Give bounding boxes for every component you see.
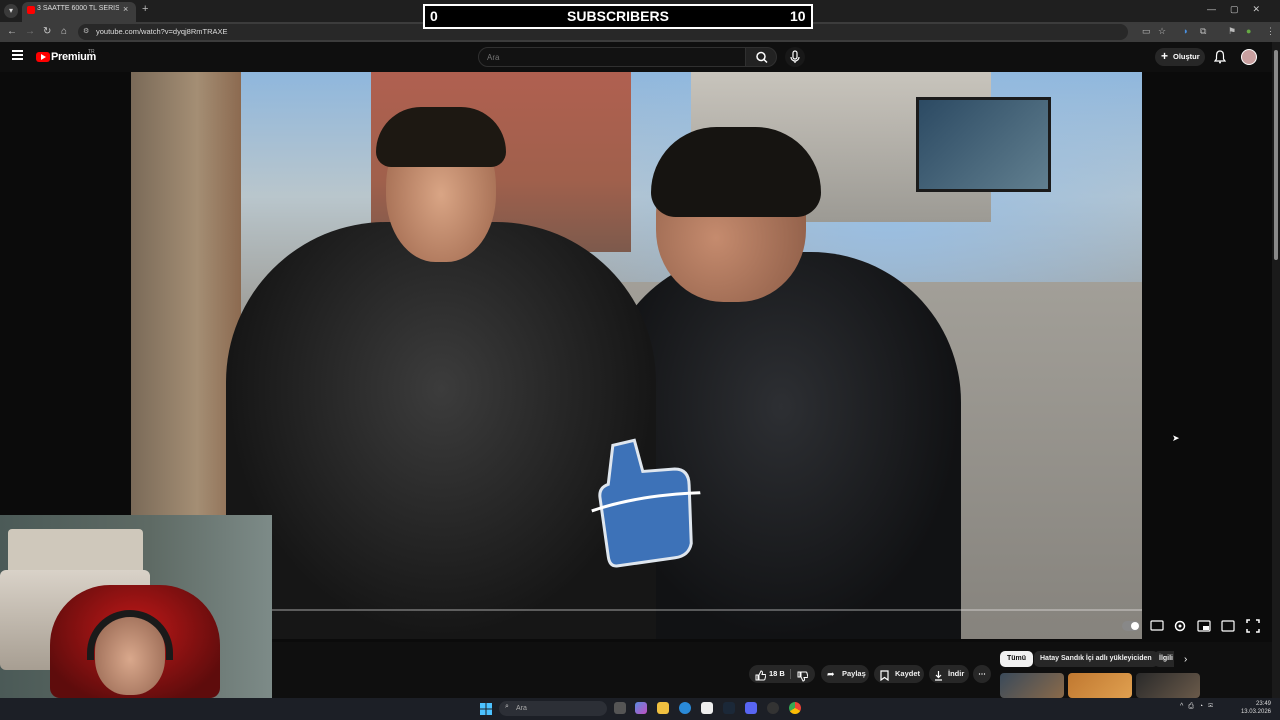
bookmark-icon [880, 668, 889, 686]
settings-icon[interactable] [1174, 620, 1186, 632]
search-input[interactable] [478, 47, 746, 67]
discord-icon[interactable] [745, 702, 757, 714]
subscriber-label: SUBSCRIBERS [567, 8, 669, 24]
recommended-thumbnail[interactable] [1068, 673, 1132, 698]
autoplay-toggle-icon[interactable] [1122, 621, 1140, 631]
billboard [916, 97, 1051, 192]
extension-icon[interactable]: ◗ [1183, 26, 1188, 36]
tab-close-icon[interactable]: × [123, 4, 128, 14]
region-code: TR [88, 49, 95, 55]
person-left-hair [376, 107, 506, 167]
copilot-icon[interactable] [635, 702, 647, 714]
video-frame[interactable] [131, 72, 1142, 639]
url-text[interactable]: youtube.com/watch?v=dyqj8RmTRAXE [96, 27, 228, 36]
miniplayer-icon[interactable] [1197, 620, 1211, 632]
thumbs-up-animation-icon [591, 438, 709, 568]
system-tray-icons[interactable]: ^⎙◔✉ [1180, 703, 1218, 711]
store-icon[interactable] [701, 702, 713, 714]
browser-menu-icon[interactable]: ⋮ [1266, 26, 1275, 37]
tab-title: 3 SAATTE 6000 TL SERİSİ!! @g [37, 5, 119, 12]
chrome-icon[interactable] [789, 702, 801, 714]
person-right-hair [651, 127, 821, 217]
task-view-icon[interactable] [614, 702, 626, 714]
bed-headboard [8, 529, 143, 574]
steam-icon[interactable] [723, 702, 735, 714]
mouse-cursor-icon: ➤ [1172, 433, 1180, 443]
taskbar-clock[interactable]: 23:49 13.03.2026 [1239, 700, 1271, 716]
extensions-icon[interactable]: ⧉ [1200, 26, 1206, 37]
home-icon[interactable]: ⌂ [61, 26, 67, 37]
share-icon: ➦ [827, 669, 835, 679]
new-tab-button[interactable]: + [142, 3, 148, 15]
extension-3-icon[interactable]: ● [1246, 26, 1251, 36]
forward-icon[interactable]: → [25, 26, 35, 37]
search-icon: ⌕ [505, 703, 509, 710]
window-controls[interactable]: —▢✕ [1207, 4, 1274, 15]
obs-icon[interactable] [767, 702, 779, 714]
clock-time: 23:49 [1255, 701, 1271, 707]
recommended-thumbnail[interactable] [1136, 673, 1200, 698]
dislike-icon[interactable] [797, 669, 809, 687]
fullscreen-icon[interactable] [1246, 619, 1260, 633]
plus-icon: + [1161, 49, 1169, 63]
search-button[interactable] [745, 47, 777, 67]
chip-related[interactable]: İlgili [1154, 651, 1174, 667]
subtitles-icon[interactable] [1150, 620, 1164, 631]
cast-icon[interactable] [1221, 620, 1235, 632]
site-info-icon[interactable]: ⚙ [83, 27, 89, 35]
microphone-icon [790, 50, 800, 63]
windows-start-icon[interactable] [480, 702, 492, 715]
scrollbar-thumb[interactable] [1274, 50, 1278, 260]
chevron-right-icon[interactable]: › [1184, 654, 1187, 665]
youtube-logo-icon[interactable] [36, 52, 50, 62]
video-progress-bar[interactable] [272, 609, 1142, 611]
download-icon [934, 668, 943, 686]
webcam-overlay [0, 515, 272, 698]
voice-search-button[interactable] [785, 47, 805, 67]
more-actions-button[interactable]: ⋯ [973, 665, 991, 683]
like-divider [790, 669, 791, 679]
bookmark-star-icon[interactable]: ☆ [1158, 26, 1166, 37]
recommended-thumbnail[interactable] [1000, 673, 1064, 698]
account-avatar[interactable] [1241, 49, 1257, 65]
subscriber-goal-count: 10 [790, 8, 806, 24]
back-icon[interactable]: ← [7, 26, 17, 37]
extension-2-icon[interactable]: ⚑ [1228, 26, 1236, 37]
tab-search-icon[interactable]: ▾ [4, 4, 18, 18]
like-icon[interactable] [755, 668, 767, 686]
subscriber-current-count: 0 [430, 8, 438, 24]
edge-icon[interactable] [679, 702, 691, 714]
notifications-icon[interactable] [1213, 50, 1227, 69]
taskbar-search[interactable]: Ara [499, 701, 607, 716]
like-button[interactable]: 18 B [769, 665, 785, 683]
menu-icon[interactable] [12, 50, 23, 60]
player-controls [1122, 618, 1267, 639]
file-explorer-icon[interactable] [657, 702, 669, 714]
youtube-favicon-icon [27, 6, 35, 14]
clock-date: 13.03.2026 [1240, 709, 1271, 715]
reload-icon[interactable]: ↻ [43, 26, 51, 37]
chip-uploader[interactable]: Hatay Sandık İçi adlı yükleyiciden [1034, 651, 1158, 667]
search-icon [756, 51, 768, 64]
cast-icon[interactable]: ▭ [1142, 26, 1151, 37]
chip-all[interactable]: Tümü [1000, 651, 1034, 667]
